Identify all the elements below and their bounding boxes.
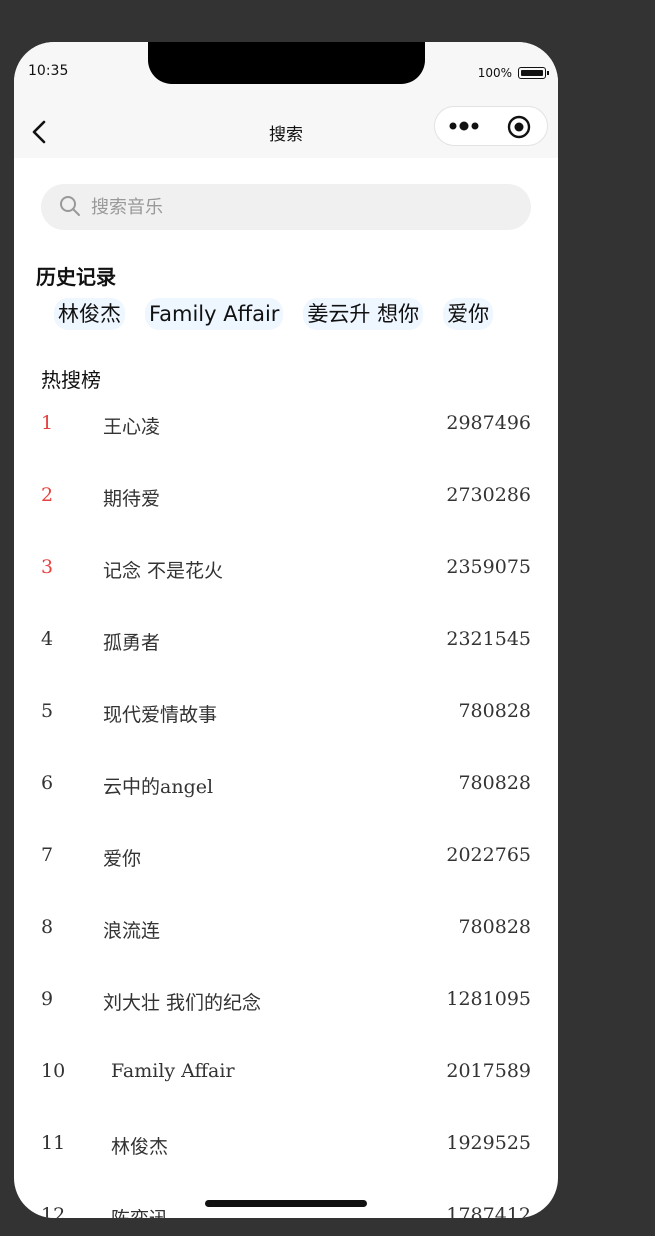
- hot-search-row[interactable]: 10 Family Affair 2017589: [14, 1037, 558, 1109]
- hot-search-count: 780828: [458, 772, 531, 794]
- hot-rank: 3: [41, 556, 54, 578]
- mini-program-capsule: [434, 106, 548, 146]
- hot-song-name: 现代爱情故事: [103, 704, 218, 726]
- hot-rank: 12: [41, 1204, 66, 1218]
- hot-song-name: 王心凌: [103, 416, 161, 438]
- hot-search-row[interactable]: 8 浪流连 780828: [14, 893, 558, 965]
- hot-rank: 1: [41, 412, 54, 434]
- hot-rank: 9: [41, 988, 54, 1010]
- hot-rank: 11: [41, 1132, 66, 1154]
- hot-search-count: 780828: [458, 700, 531, 722]
- hot-rank: 6: [41, 772, 54, 794]
- hot-song-name: 林俊杰: [111, 1136, 169, 1158]
- hot-song-name: 期待爱: [103, 488, 161, 510]
- hot-rank: 4: [41, 628, 54, 650]
- search-icon: [60, 196, 80, 216]
- hot-search-row[interactable]: 9 刘大壮 我们的纪念 1281095: [14, 965, 558, 1037]
- close-target-icon[interactable]: [507, 115, 531, 139]
- hot-song-name: 爱你: [103, 848, 142, 870]
- hot-song-name: 刘大壮 我们的纪念: [103, 992, 262, 1014]
- status-time: 10:35: [28, 63, 69, 79]
- hot-search-row[interactable]: 7 爱你 2022765: [14, 821, 558, 893]
- search-bar[interactable]: [41, 184, 531, 230]
- more-dots-icon[interactable]: [449, 120, 479, 132]
- hot-search-row[interactable]: 5 现代爱情故事 780828: [14, 677, 558, 749]
- hot-song-name: Family Affair: [111, 1060, 235, 1082]
- battery-icon: [518, 67, 549, 79]
- hot-song-name: 浪流连: [103, 920, 161, 942]
- hot-rank: 2: [41, 484, 54, 506]
- hot-rank: 5: [41, 700, 54, 722]
- hot-search-list: 1 王心凌 2987496 2 期待爱 2730286 3 记念 不是花火 2359075 4 孤勇…: [14, 389, 558, 1218]
- hot-search-count: 2022765: [446, 844, 531, 866]
- nav-bar: 搜索: [14, 106, 558, 158]
- history-tag[interactable]: 林俊杰: [54, 298, 125, 330]
- hot-search-count: 780828: [458, 916, 531, 938]
- hot-search-count: 1281095: [446, 988, 531, 1010]
- search-input[interactable]: [91, 184, 491, 230]
- hot-search-row[interactable]: 11 林俊杰 1929525: [14, 1109, 558, 1181]
- hot-search-count: 2359075: [446, 556, 531, 578]
- hot-search-count: 1787412: [446, 1204, 531, 1218]
- hot-rank: 8: [41, 916, 54, 938]
- hot-search-count: 2017589: [446, 1060, 531, 1082]
- hot-search-count: 1929525: [446, 1132, 531, 1154]
- hot-song-name: 孤勇者: [103, 632, 161, 654]
- history-tag[interactable]: 姜云升 想你: [303, 298, 424, 330]
- hot-search-row[interactable]: 1 王心凌 2987496: [14, 389, 558, 461]
- hot-search-row[interactable]: 3 记念 不是花火 2359075: [14, 533, 558, 605]
- hot-search-row[interactable]: 2 期待爱 2730286: [14, 461, 558, 533]
- hot-rank: 7: [41, 844, 54, 866]
- battery-percent: 100%: [477, 66, 512, 80]
- hot-song-name: 记念 不是花火: [103, 560, 224, 582]
- hot-search-count: 2321545: [446, 628, 531, 650]
- history-tag[interactable]: Family Affair: [145, 298, 284, 330]
- hot-search-count: 2730286: [446, 484, 531, 506]
- battery-status: 100%: [477, 66, 549, 80]
- history-title: 历史记录: [36, 265, 116, 289]
- history-tags: 林俊杰 Family Affair 姜云升 想你 爱你: [54, 298, 494, 330]
- hot-search-row[interactable]: 4 孤勇者 2321545: [14, 605, 558, 677]
- hot-rank: 10: [41, 1060, 66, 1082]
- hot-search-row[interactable]: 6 云中的angel 780828: [14, 749, 558, 821]
- history-tag[interactable]: 爱你: [443, 298, 494, 330]
- hot-song-name: 陈奕迅: [111, 1204, 168, 1218]
- notch: [148, 42, 425, 84]
- hot-song-name: 云中的angel: [103, 776, 214, 798]
- home-indicator: [205, 1200, 367, 1207]
- hot-search-count: 2987496: [446, 412, 531, 434]
- phone-screen: 10:35 100% 搜索 历史记录 林俊杰: [14, 42, 558, 1218]
